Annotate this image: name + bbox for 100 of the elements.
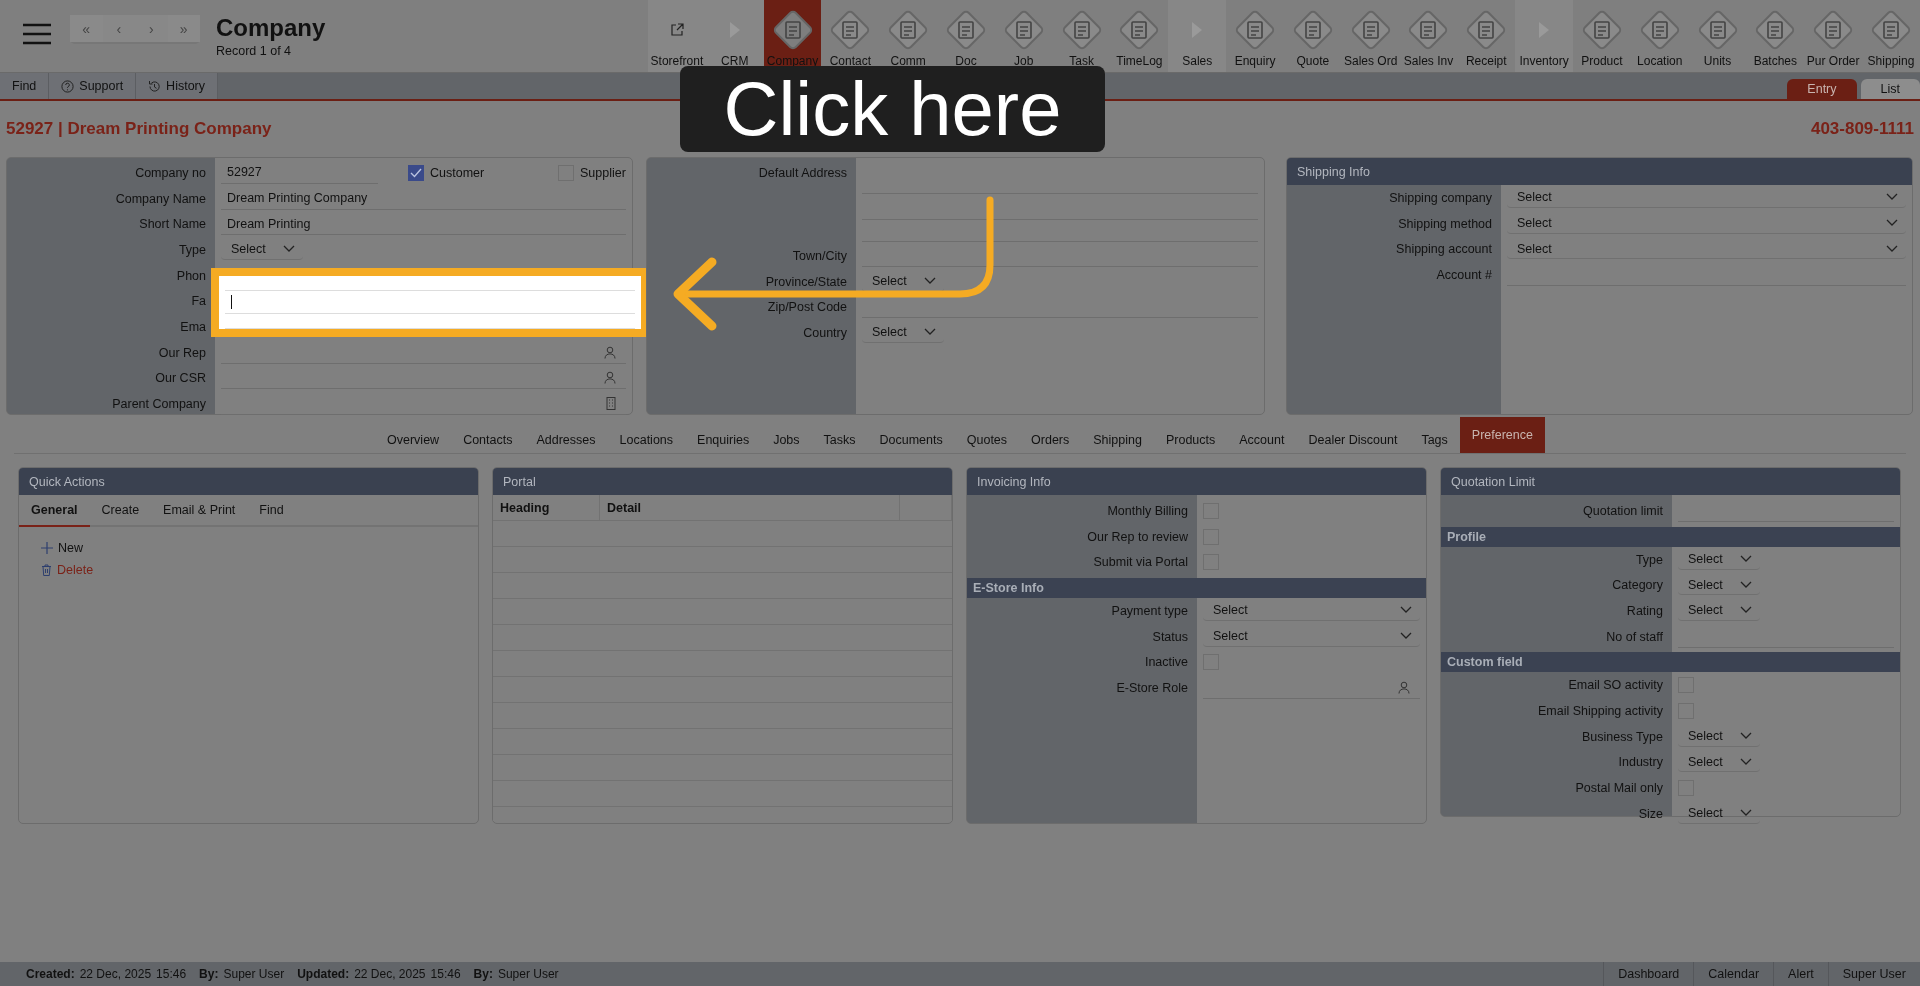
field-label: Status bbox=[1152, 629, 1188, 644]
field-label: Phon bbox=[176, 268, 206, 283]
building-icon bbox=[606, 397, 616, 411]
record-tab[interactable]: Overview bbox=[375, 427, 452, 453]
chevron-icon bbox=[1400, 606, 1412, 615]
field-label: Our Rep to review bbox=[1087, 529, 1188, 544]
field-label: Account # bbox=[1436, 267, 1492, 282]
select-dropdown[interactable]: Select bbox=[1678, 600, 1760, 621]
tooltip: Click here bbox=[680, 66, 1105, 152]
record-tab[interactable]: Dealer Discount bbox=[1296, 427, 1410, 453]
select-dropdown[interactable]: Select bbox=[1507, 239, 1906, 260]
field-label: Size bbox=[1638, 806, 1663, 821]
record-tab[interactable]: Addresses bbox=[524, 427, 608, 453]
select-dropdown[interactable]: Select bbox=[1678, 726, 1760, 747]
chevron-icon bbox=[283, 245, 295, 254]
toolbar-button[interactable]: Find bbox=[0, 73, 50, 99]
record-tab[interactable]: Products bbox=[1153, 427, 1228, 453]
record-tab[interactable]: Shipping bbox=[1081, 427, 1154, 453]
footer-link[interactable]: Super User bbox=[1827, 962, 1920, 986]
select-dropdown[interactable]: Select bbox=[1678, 803, 1760, 824]
field-label: Country bbox=[803, 325, 847, 340]
field-label: Town/City bbox=[792, 248, 847, 263]
text-cursor bbox=[231, 294, 232, 309]
record-tab[interactable]: Preference bbox=[1459, 417, 1545, 453]
select-dropdown[interactable]: Select bbox=[1203, 626, 1420, 647]
pager-button[interactable]: ‹ bbox=[102, 15, 135, 42]
toolbar-button[interactable]: History bbox=[136, 73, 218, 99]
chevron-icon bbox=[1400, 632, 1412, 641]
person-icon bbox=[1398, 680, 1410, 694]
trash-icon bbox=[41, 564, 52, 576]
checkbox-label: Customer bbox=[430, 165, 485, 180]
action-tab[interactable]: Create bbox=[89, 495, 152, 525]
field-label: Company no bbox=[135, 165, 206, 180]
field-label: Rating bbox=[1626, 603, 1663, 618]
record-tab[interactable]: Tags bbox=[1409, 427, 1460, 453]
chevron-icon bbox=[1740, 555, 1752, 564]
select-dropdown[interactable]: Select bbox=[862, 271, 944, 292]
checkbox[interactable] bbox=[408, 164, 424, 181]
text-field[interactable]: Dream Printing Company bbox=[221, 187, 626, 210]
footer-link[interactable]: Alert bbox=[1773, 962, 1828, 986]
view-tab[interactable]: Entry bbox=[1787, 79, 1857, 99]
record-tab[interactable]: Jobs bbox=[761, 427, 812, 453]
external-link-icon bbox=[669, 23, 684, 37]
select-dropdown[interactable]: Select bbox=[1507, 187, 1906, 208]
field-label: Type bbox=[1635, 552, 1663, 567]
chevron-icon bbox=[1886, 244, 1898, 253]
select-dropdown[interactable]: Select bbox=[1507, 213, 1906, 234]
action-tab[interactable]: Email & Print bbox=[151, 495, 248, 525]
field-label: Province/State bbox=[765, 274, 847, 289]
record-tab[interactable]: Tasks bbox=[811, 427, 868, 453]
select-dropdown[interactable]: Select bbox=[1203, 600, 1420, 621]
toolbar-button[interactable]: Support bbox=[49, 73, 137, 99]
record-tab[interactable]: Quotes bbox=[954, 427, 1020, 453]
module-tab[interactable]: Sales bbox=[1168, 0, 1227, 72]
footer-link[interactable]: Dashboard bbox=[1603, 962, 1694, 986]
text-field[interactable]: Dream Printing bbox=[221, 213, 626, 236]
history-icon bbox=[148, 79, 162, 93]
new-button[interactable]: New bbox=[41, 541, 456, 555]
pager-button[interactable]: › bbox=[135, 15, 168, 42]
footer-link[interactable]: Calendar bbox=[1693, 962, 1774, 986]
field-label: Postal Mail only bbox=[1575, 781, 1663, 796]
record-tab[interactable]: Orders bbox=[1019, 427, 1082, 453]
field-label: Category bbox=[1612, 578, 1663, 593]
footer-label: Created: bbox=[26, 967, 75, 981]
action-tab[interactable]: General bbox=[19, 495, 90, 527]
record-tab[interactable]: Documents bbox=[867, 427, 955, 453]
field-label: Inactive bbox=[1144, 655, 1188, 670]
module-tab[interactable]: Storefront bbox=[648, 0, 706, 72]
section-header: Profile bbox=[1441, 526, 1900, 547]
field-label: Zip/Post Code bbox=[767, 300, 847, 315]
field-label: Payment type bbox=[1111, 603, 1188, 618]
record-counter: Record 1 of 4 bbox=[216, 44, 293, 58]
select-dropdown[interactable]: Select bbox=[1678, 575, 1760, 596]
field-label: Fa bbox=[191, 294, 206, 309]
action-tab[interactable]: Find bbox=[247, 495, 296, 525]
menu-icon[interactable] bbox=[22, 22, 52, 46]
column-header: Heading bbox=[493, 495, 600, 520]
panel-title: Portal bbox=[503, 474, 536, 489]
text-field[interactable]: 52927 bbox=[221, 161, 378, 184]
field-label: Industry bbox=[1618, 755, 1663, 770]
select-dropdown[interactable]: Select bbox=[862, 322, 944, 343]
record-tab[interactable]: Locations bbox=[607, 427, 686, 453]
delete-button[interactable]: Delete bbox=[41, 563, 456, 577]
field-label: Email Shipping activity bbox=[1537, 703, 1663, 718]
chevron-icon bbox=[1740, 809, 1752, 818]
checkbox-label: Supplier bbox=[580, 165, 626, 180]
select-dropdown[interactable]: Select bbox=[221, 239, 303, 260]
chevron-icon bbox=[924, 328, 936, 337]
record-tab[interactable]: Contacts bbox=[451, 427, 525, 453]
module-tab[interactable]: Inventory bbox=[1515, 0, 1573, 72]
record-tab[interactable]: Account bbox=[1227, 427, 1297, 453]
field-label: Quotation limit bbox=[1583, 503, 1663, 518]
help-icon bbox=[61, 79, 75, 93]
select-dropdown[interactable]: Select bbox=[1678, 752, 1760, 773]
record-tab[interactable]: Enquiries bbox=[685, 427, 762, 453]
field-label: Submit via Portal bbox=[1093, 555, 1188, 570]
view-tab[interactable]: List bbox=[1860, 79, 1920, 99]
page-title: Company bbox=[216, 14, 326, 42]
panel-title: Shipping Info bbox=[1297, 164, 1370, 179]
select-dropdown[interactable]: Select bbox=[1678, 549, 1760, 570]
